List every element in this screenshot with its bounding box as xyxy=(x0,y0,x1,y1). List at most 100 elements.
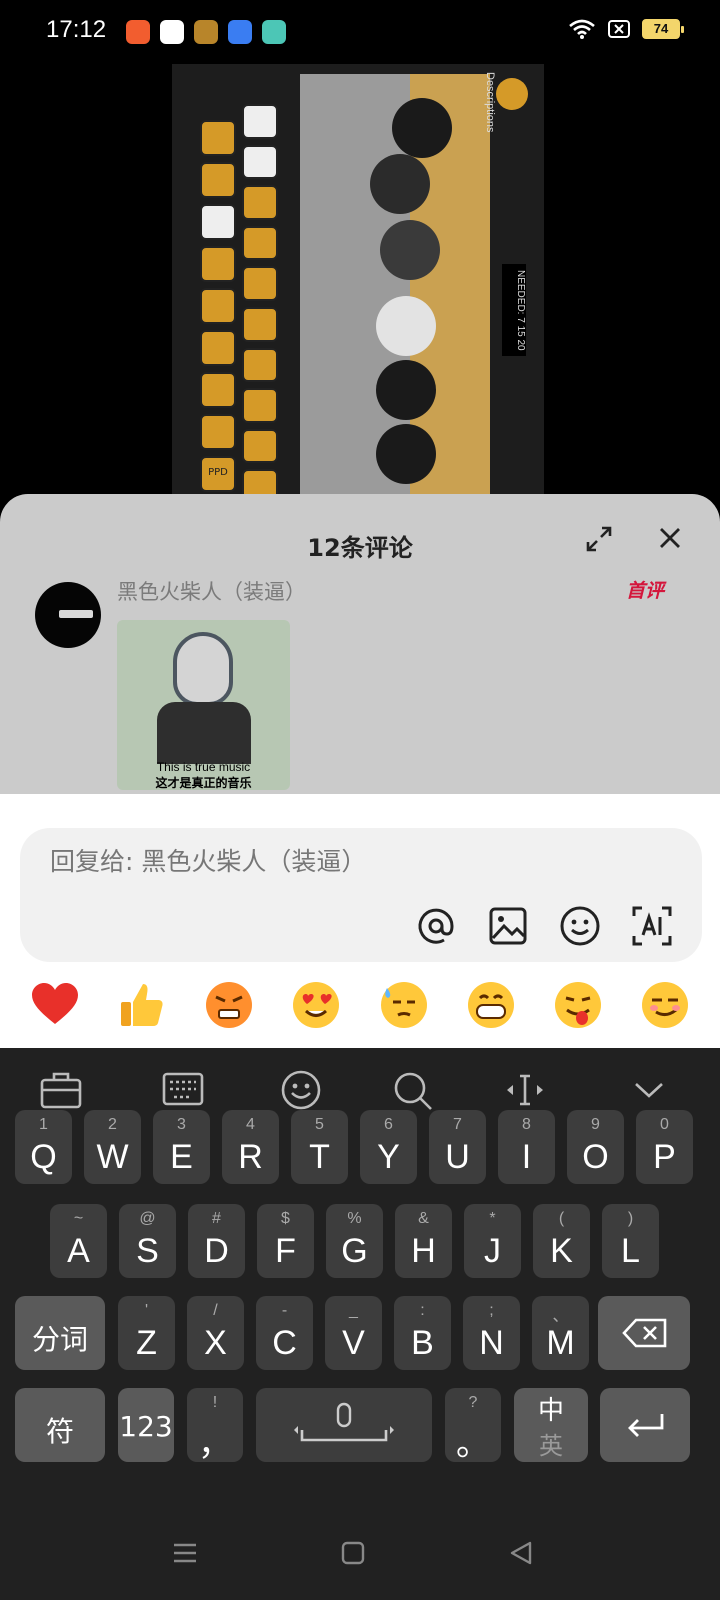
sound-tile xyxy=(200,120,236,156)
key-label: F xyxy=(275,1232,296,1270)
symbol-key[interactable]: 符 xyxy=(15,1388,105,1462)
key-label: I xyxy=(521,1138,532,1176)
angry-emoji[interactable] xyxy=(204,980,254,1030)
video-player[interactable]: PPD Descriptions NEEDED: 7 15 20 xyxy=(0,64,720,494)
comma-key-sub: ! xyxy=(212,1394,218,1411)
key-u[interactable]: 7U xyxy=(429,1110,486,1184)
sound-tile xyxy=(242,347,278,383)
descriptions-icon xyxy=(496,78,528,110)
key-label: Y xyxy=(377,1138,400,1176)
close-icon[interactable] xyxy=(656,524,684,552)
space-key[interactable] xyxy=(256,1388,432,1462)
search-icon[interactable] xyxy=(392,1070,434,1112)
key-y[interactable]: 6Y xyxy=(360,1110,417,1184)
lang-en-label: 英 xyxy=(539,1432,563,1460)
backspace-icon xyxy=(622,1318,667,1348)
key-l[interactable]: ) L xyxy=(602,1204,659,1278)
key-d[interactable]: # D xyxy=(188,1204,245,1278)
key-k[interactable]: (K xyxy=(533,1204,590,1278)
sound-tile xyxy=(242,266,278,301)
key-x[interactable]: / X xyxy=(187,1296,244,1370)
collapse-icon[interactable] xyxy=(628,1070,670,1110)
thumbs-up-emoji[interactable] xyxy=(117,980,167,1030)
sound-tile xyxy=(200,246,236,282)
heart-emoji[interactable] xyxy=(30,980,80,1030)
menu-icon[interactable] xyxy=(172,1540,198,1566)
key-m[interactable]: 、 M xyxy=(532,1296,589,1370)
backspace-key[interactable] xyxy=(598,1296,690,1370)
emoji-icon[interactable] xyxy=(280,1070,322,1110)
key-s[interactable]: @ S xyxy=(119,1204,176,1278)
smirk-emoji[interactable] xyxy=(640,980,690,1030)
character xyxy=(376,296,436,356)
language-switch-key[interactable]: 中 英 xyxy=(514,1388,588,1462)
key-i[interactable]: 8I xyxy=(498,1110,555,1184)
comma-key[interactable]: ! ， xyxy=(187,1388,243,1463)
heart-eyes-emoji[interactable] xyxy=(291,980,341,1030)
avatar-glasses xyxy=(59,610,93,618)
key-p[interactable]: 0P xyxy=(636,1110,693,1184)
keyboard-icon[interactable] xyxy=(162,1070,204,1110)
key-sublabel: 4 xyxy=(246,1116,255,1133)
comments-sheet: 12条评论 黑色火柴人（装逼） 首评 This is true music 这才… xyxy=(0,494,720,794)
grin-emoji[interactable] xyxy=(466,980,516,1030)
key-label: S xyxy=(136,1232,159,1270)
briefcase-icon[interactable] xyxy=(40,1070,82,1110)
reply-input[interactable]: 回复给: 黑色火柴人（装逼） xyxy=(20,828,702,962)
key-f[interactable]: $ F xyxy=(257,1204,314,1278)
sound-icons-column: PPD xyxy=(200,120,240,494)
emoji-icon[interactable] xyxy=(558,904,602,948)
key-b[interactable]: :B xyxy=(394,1296,451,1370)
ai-icon[interactable] xyxy=(630,904,674,948)
tongue-out-emoji[interactable] xyxy=(553,980,603,1030)
key-c[interactable]: -C xyxy=(256,1296,313,1370)
key-e[interactable]: 3E xyxy=(153,1110,210,1184)
key-t[interactable]: 5T xyxy=(291,1110,348,1184)
segment-key[interactable]: 分词 xyxy=(15,1296,105,1370)
quick-emoji-row xyxy=(30,980,690,1030)
period-key[interactable]: ? 。 xyxy=(445,1388,501,1463)
character xyxy=(376,424,436,484)
at-icon[interactable] xyxy=(414,904,458,948)
cursor-icon[interactable] xyxy=(504,1070,546,1110)
key-h[interactable]: & H xyxy=(395,1204,452,1278)
sweat-emoji[interactable] xyxy=(379,980,429,1030)
home-icon[interactable] xyxy=(340,1540,366,1566)
segment-key-label: 分词 xyxy=(31,1323,88,1356)
character xyxy=(376,360,436,420)
key-q[interactable]: 1Q xyxy=(15,1110,72,1184)
enter-key[interactable] xyxy=(600,1388,690,1462)
period-key-main: 。 xyxy=(456,1425,490,1463)
key-o[interactable]: 9O xyxy=(567,1110,624,1184)
key-label: R xyxy=(238,1138,263,1176)
key-label: Z xyxy=(136,1324,157,1362)
key-a[interactable]: ~ A xyxy=(50,1204,107,1278)
expand-icon[interactable] xyxy=(584,524,614,554)
status-bar: 17:12 74 xyxy=(0,0,720,64)
key-j[interactable]: * J xyxy=(464,1204,521,1278)
back-icon[interactable] xyxy=(508,1540,534,1566)
microphone-icon xyxy=(294,1402,394,1442)
comment-meme-image[interactable]: This is true music 这才是真正的音乐 xyxy=(117,620,290,790)
wifi-icon xyxy=(569,19,595,39)
key-sublabel: 6 xyxy=(384,1116,393,1133)
key-r[interactable]: 4R xyxy=(222,1110,279,1184)
key-z[interactable]: ' Z xyxy=(118,1296,175,1370)
key-g[interactable]: % G xyxy=(326,1204,383,1278)
key-w[interactable]: 2W xyxy=(84,1110,141,1184)
avatar[interactable] xyxy=(35,582,101,648)
number-key[interactable]: 123 xyxy=(118,1388,174,1462)
image-icon[interactable] xyxy=(486,904,530,948)
comment-username[interactable]: 黑色火柴人（装逼） xyxy=(117,576,306,606)
key-n[interactable]: ; N xyxy=(463,1296,520,1370)
key-label: A xyxy=(67,1232,90,1270)
key-v[interactable]: _ V xyxy=(325,1296,382,1370)
key-label: O xyxy=(582,1138,609,1176)
key-sublabel: * xyxy=(489,1210,496,1227)
key-sublabel: 1 xyxy=(39,1116,48,1133)
symbol-key-label: 符 xyxy=(45,1415,74,1448)
character xyxy=(392,98,452,158)
system-nav-bar xyxy=(0,1520,720,1600)
sound-icons-column-2 xyxy=(242,104,278,494)
key-label: G xyxy=(341,1232,368,1270)
